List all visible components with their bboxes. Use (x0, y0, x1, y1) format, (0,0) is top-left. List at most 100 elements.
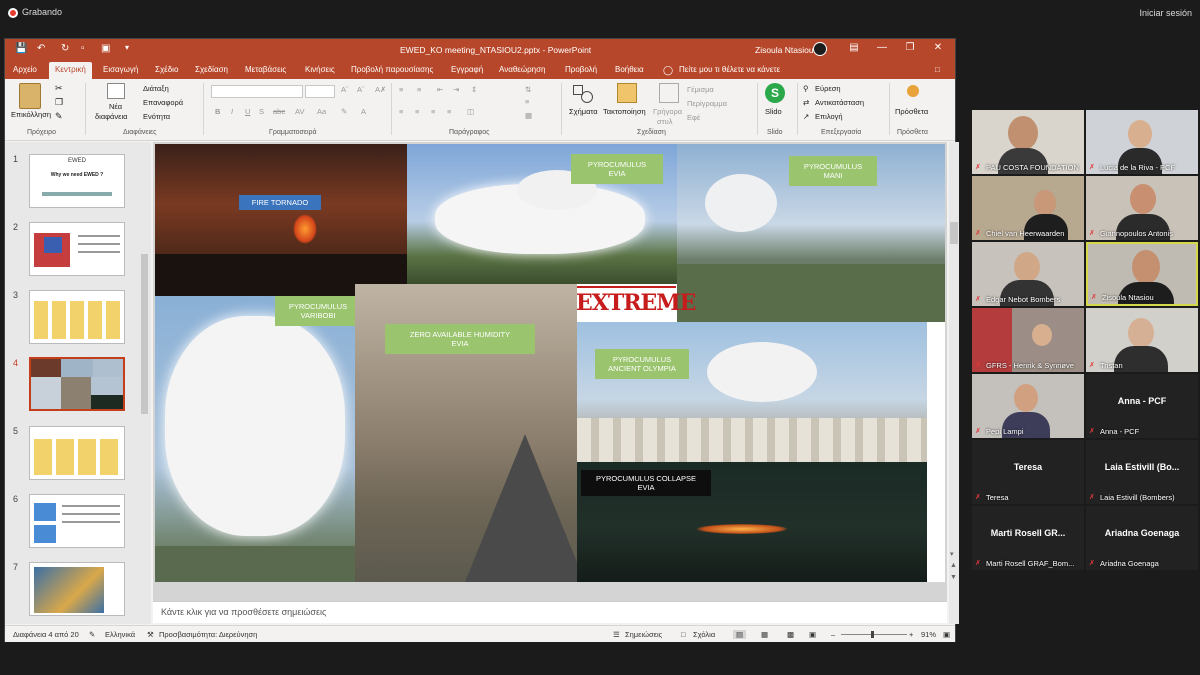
participant-tile[interactable]: Marti Rosell GR... ✗ Marti Rosell GRAF_B… (972, 506, 1084, 570)
slide[interactable]: FIRE TORNADO PYROCUMULUS EVIA PYROCUMULUS… (155, 144, 945, 582)
slide-scrollbar[interactable]: ▾ ▲ ▼ (949, 142, 959, 624)
tab-home[interactable]: Κεντρική (49, 62, 92, 79)
clear-format-icon[interactable]: A✗ (375, 85, 386, 94)
select-icon[interactable]: ↗ (803, 112, 809, 121)
slide-thumb-4[interactable] (29, 357, 125, 411)
line-spacing-icon[interactable]: ⇕ (471, 85, 477, 94)
user-name[interactable]: Zisoula Ntasiou (755, 45, 814, 55)
zoom-out-icon[interactable]: – (831, 630, 835, 639)
strike-icon[interactable]: abc (273, 107, 285, 116)
arrange-icon[interactable] (617, 83, 637, 103)
slide-thumb-7[interactable] (29, 562, 125, 616)
quick-styles-icon[interactable] (659, 83, 679, 103)
slido-icon[interactable]: S (765, 83, 785, 103)
participant-tile[interactable]: Laia Estivill (Bo... ✗ Laia Estivill (Bo… (1086, 440, 1198, 504)
sorter-view-icon[interactable]: ▦ (761, 630, 768, 639)
slideshow-view-icon[interactable]: ▣ (809, 630, 816, 639)
customize-icon[interactable]: ▫ (81, 43, 85, 54)
reading-view-icon[interactable]: ▩ (787, 630, 794, 639)
font-size-combo[interactable] (305, 85, 335, 98)
normal-view-icon[interactable]: ▤ (733, 630, 747, 639)
slide-thumb-1[interactable]: EWED Why we need EWED ? (29, 154, 125, 208)
tab-help[interactable]: Βοήθεια (615, 65, 644, 74)
replace-button[interactable]: Αντικατάσταση (815, 98, 864, 107)
tab-transitions[interactable]: Μεταβάσεις (245, 65, 286, 74)
arrange-button[interactable]: Τακτοποίηση (603, 107, 646, 116)
participant-tile[interactable]: Ariadna Goenaga ✗ Ariadna Goenaga (1086, 506, 1198, 570)
shrink-font-icon[interactable]: Aˇ (357, 85, 365, 94)
spacing-icon[interactable]: AV (295, 107, 304, 116)
zoom-slider[interactable] (841, 631, 907, 638)
tab-view[interactable]: Προβολή (565, 65, 597, 74)
find-button[interactable]: Εύρεση (815, 84, 841, 93)
participant-tile[interactable]: ✗ Tristan (1086, 308, 1198, 372)
tab-animations[interactable]: Κινήσεις (305, 65, 335, 74)
participant-tile[interactable]: Anna - PCF ✗ Anna - PCF (1086, 374, 1198, 438)
paste-icon[interactable] (19, 83, 41, 109)
participant-tile[interactable]: ✗ Pepi Lampi (972, 374, 1084, 438)
highlight-icon[interactable]: ✎ (341, 107, 347, 116)
slido-button[interactable]: Slido (765, 107, 782, 116)
numbering-icon[interactable]: ≡ (417, 85, 421, 94)
format-painter-icon[interactable]: ✎ (55, 111, 63, 122)
minimize-icon[interactable]: — (873, 42, 891, 53)
align-right-icon[interactable]: ≡ (431, 107, 435, 116)
accessibility-label[interactable]: Προσβασιμότητα: Διερεύνηση (159, 630, 257, 639)
participant-tile[interactable]: ✗ PAU COSTA FOUNDATION (972, 110, 1084, 174)
font-color-icon[interactable]: A (361, 107, 366, 116)
participant-tile[interactable]: ✗ Giannopoulos Antonis (1086, 176, 1198, 240)
outline-button[interactable]: Περίγραμμα (687, 99, 727, 108)
new-slide-icon[interactable] (107, 83, 125, 99)
fill-button[interactable]: Γέμισμα (687, 85, 714, 94)
underline-icon[interactable]: U (245, 107, 250, 116)
addins-button[interactable]: Πρόσθετα (895, 107, 928, 116)
smartart-icon[interactable]: ▦ (525, 111, 532, 120)
tab-draw[interactable]: Σχεδίαση (195, 65, 228, 74)
grow-font-icon[interactable]: Aˆ (341, 85, 349, 94)
tab-insert[interactable]: Εισαγωγή (103, 65, 138, 74)
spelling-icon[interactable]: ✎ (89, 630, 95, 639)
quick-styles-label-1[interactable]: Γρήγορα (653, 107, 682, 116)
columns-icon[interactable]: ◫ (467, 107, 474, 116)
comments-icon[interactable]: □ (681, 630, 686, 639)
language-label[interactable]: Ελληνικά (105, 630, 135, 639)
text-direction-icon[interactable]: ⇅ (525, 85, 531, 94)
shapes-button[interactable]: Σχήματα (569, 107, 598, 116)
sign-in-link[interactable]: Iniciar sesión (1139, 8, 1192, 18)
select-button[interactable]: Επιλογή (815, 112, 843, 121)
new-slide-label-1[interactable]: Νέα (109, 102, 122, 111)
slide-thumb-6[interactable] (29, 494, 125, 548)
participant-tile[interactable]: ✗ Edgar Nebot Bombers (972, 242, 1084, 306)
zoom-in-icon[interactable]: + (909, 630, 913, 639)
tab-slideshow[interactable]: Προβολή παρουσίασης (351, 65, 433, 74)
more-icon[interactable]: ▾ (125, 43, 129, 52)
replace-icon[interactable]: ⇄ (803, 98, 809, 107)
tell-me-search[interactable]: Πείτε μου τι θέλετε να κάνετε (679, 65, 780, 74)
align-left-icon[interactable]: ≡ (399, 107, 403, 116)
accessibility-icon[interactable]: ⚒ (147, 630, 154, 639)
align-center-icon[interactable]: ≡ (415, 107, 419, 116)
copy-icon[interactable]: ❐ (55, 97, 63, 108)
zoom-level[interactable]: 91% (921, 630, 936, 639)
restore-icon[interactable]: ❐ (901, 42, 919, 53)
redo-icon[interactable]: ↻ (61, 43, 69, 54)
align-text-icon[interactable]: ≡ (525, 97, 529, 106)
paste-button[interactable]: Επικόλληση (11, 110, 51, 119)
tab-design[interactable]: Σχέδιο (155, 65, 178, 74)
participant-tile[interactable]: ✗ Lucia de la Riva - PCF (1086, 110, 1198, 174)
find-icon[interactable]: ⚲ (803, 84, 809, 93)
increase-indent-icon[interactable]: ⇥ (453, 85, 459, 94)
decrease-indent-icon[interactable]: ⇤ (437, 85, 443, 94)
participant-tile-active-speaker[interactable]: ✗ Zisoula Ntasiou (1086, 242, 1198, 306)
tab-file[interactable]: Αρχείο (13, 65, 37, 74)
tab-record[interactable]: Εγγραφή (451, 65, 483, 74)
bold-icon[interactable]: B (215, 107, 220, 116)
fit-slide-icon[interactable]: ▣ (943, 630, 950, 639)
thumbnail-scrollbar[interactable] (141, 254, 148, 414)
addins-icon[interactable] (907, 85, 919, 97)
notes-placeholder[interactable]: Κάντε κλικ για να προσθέσετε σημειώσεις (161, 607, 326, 617)
notes-icon[interactable]: ☰ (613, 630, 620, 639)
shadow-icon[interactable]: S (259, 107, 264, 116)
italic-icon[interactable]: I (231, 107, 233, 116)
slide-thumb-2[interactable] (29, 222, 125, 276)
